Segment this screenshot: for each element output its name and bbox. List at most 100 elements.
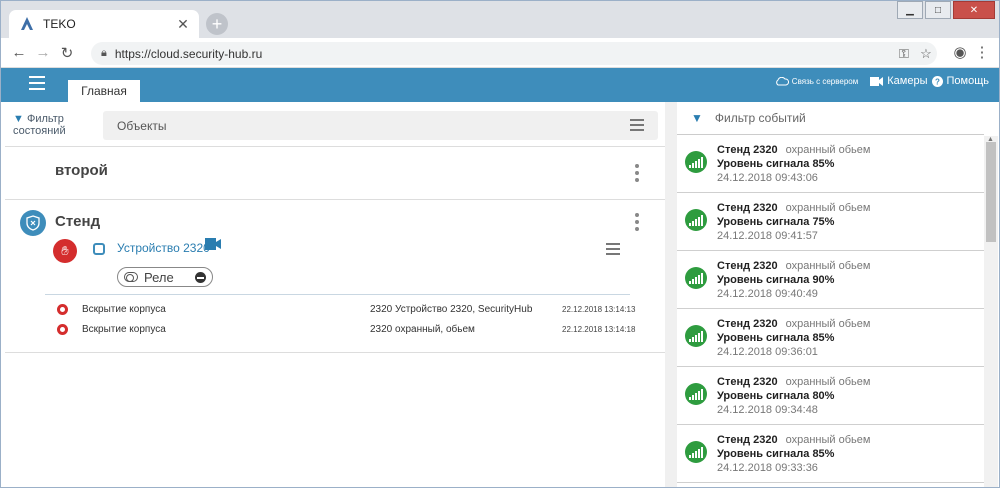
svg-text:?: ? — [935, 77, 940, 86]
forward-icon[interactable]: → — [31, 44, 55, 61]
event-datetime: 24.12.2018 09:34:48 — [717, 404, 818, 416]
address-bar[interactable]: 🔒︎ https://cloud.security-hub.ru ⚿ ☆ — [91, 42, 937, 65]
object-row[interactable]: второй — [5, 148, 665, 200]
event-header: Стенд 2320 охранный обьем — [717, 434, 870, 446]
window-close-button[interactable]: ✕ — [953, 1, 995, 19]
server-connection-status: Связь с сервером — [775, 76, 858, 86]
browser-window: TEKO ✕ + ▁ □ ✕ ← → ↻ 🔒︎ https://cloud.se… — [0, 0, 1000, 488]
event-card[interactable]: Стенд 2320 охранный обьем Уровень сигнала … — [677, 310, 984, 367]
event-device: Стенд 2320 — [717, 434, 778, 446]
close-tab-icon[interactable]: ✕ — [173, 14, 193, 34]
event-zone: охранный обьем — [785, 376, 871, 388]
video-camera-icon[interactable] — [205, 238, 221, 250]
events-scrollbar[interactable]: ▲ — [984, 136, 998, 487]
event-card[interactable]: Стенд 2320 охранный обьем Уровень сигнала … — [677, 136, 984, 193]
objects-panel: ▼ Фильтр состояний Объекты второй Стенд … — [5, 102, 665, 487]
event-zone: охранный обьем — [785, 144, 871, 156]
event-zone: охранный обьем — [785, 434, 871, 446]
funnel-icon: ▼ — [13, 113, 24, 125]
object-name: второй — [55, 162, 108, 179]
url-text: https://cloud.security-hub.ru — [114, 46, 263, 61]
event-message: Уровень сигнала 90% — [717, 274, 835, 286]
window-controls: ▁ □ ✕ — [895, 1, 995, 19]
signal-strength-icon — [685, 267, 707, 289]
minimize-button[interactable]: ▁ — [897, 1, 923, 19]
event-datetime: 24.12.2018 09:36:01 — [717, 346, 818, 358]
alarm-dot-icon — [57, 303, 68, 315]
tab-title: TEKO — [43, 17, 76, 31]
event-device: Стенд 2320 — [717, 318, 778, 330]
lock-icon: 🔒︎ — [101, 47, 107, 59]
event-zone: охранный обьем — [785, 202, 871, 214]
new-tab-button[interactable]: + — [206, 13, 228, 35]
help-circle-icon: ? — [931, 75, 943, 87]
menu-dots-icon[interactable]: ⋮ — [971, 42, 993, 64]
event-message: Уровень сигнала 85% — [717, 448, 835, 460]
event-device: Стенд 2320 — [717, 202, 778, 214]
objects-filter-bar: ▼ Фильтр состояний Объекты — [5, 102, 665, 147]
app-header: Главная Связь с сервером Камеры ? Помощь — [1, 68, 999, 102]
event-zone: охранный обьем — [785, 260, 871, 272]
tab-main[interactable]: Главная — [68, 80, 140, 102]
event-header: Стенд 2320 охранный обьем — [717, 376, 870, 388]
reload-icon[interactable]: ↻ — [55, 44, 79, 62]
state-filter-button[interactable]: ▼ Фильтр состояний — [13, 113, 66, 137]
hamburger-menu-icon[interactable] — [29, 76, 45, 90]
objects-placeholder: Объекты — [117, 118, 167, 133]
cameras-link[interactable]: Камеры — [870, 75, 928, 87]
event-datetime: 24.12.2018 09:40:49 — [717, 288, 818, 300]
event-row: Вскрытие корпуса 2320 Устройство 2320, S… — [57, 300, 647, 318]
panel-divider[interactable] — [665, 102, 677, 487]
event-header: Стенд 2320 охранный обьем — [717, 144, 870, 156]
help-label: Помощь — [946, 75, 990, 87]
device-menu-icon[interactable] — [606, 243, 620, 255]
event-text: Вскрытие корпуса — [82, 303, 166, 315]
star-icon[interactable]: ☆ — [915, 46, 937, 62]
event-header: Стенд 2320 охранный обьем — [717, 318, 870, 330]
event-card[interactable]: Стенд 2320 охранный обьем Уровень сигнала … — [677, 252, 984, 309]
relay-toggle[interactable]: Реле — [117, 267, 213, 287]
help-link[interactable]: ? Помощь — [931, 75, 990, 87]
signal-strength-icon — [685, 151, 707, 173]
event-datetime: 22.12.2018 13:14:18 — [562, 324, 636, 334]
key-icon[interactable]: ⚿ — [893, 46, 915, 62]
signal-strength-icon — [685, 383, 707, 405]
event-card[interactable]: Стенд 2320 охранный обьем Уровень сигнала … — [677, 194, 984, 251]
event-row: Вскрытие корпуса 2320 охранный, обьем 22… — [57, 320, 647, 338]
objects-search-input[interactable]: Объекты — [103, 111, 658, 140]
maximize-button[interactable]: □ — [925, 1, 951, 19]
event-card[interactable]: Стенд 2320 охранный обьем Уровень сигнала … — [677, 368, 984, 425]
event-datetime: 22.12.2018 13:14:13 — [562, 304, 636, 314]
event-header: Стенд 2320 охранный обьем — [717, 260, 870, 272]
events-filter-input[interactable]: ▼ Фильтр событий — [677, 102, 984, 135]
browser-tab[interactable]: TEKO ✕ — [9, 10, 199, 38]
object-menu-icon[interactable] — [635, 164, 639, 182]
object-name: Стенд — [55, 213, 101, 230]
alarm-dot-icon — [57, 323, 68, 335]
cloud-icon — [776, 76, 789, 85]
event-message: Уровень сигнала 75% — [717, 216, 835, 228]
events-filter-placeholder: Фильтр событий — [714, 111, 806, 125]
event-zone: охранный обьем — [785, 318, 871, 330]
device-link[interactable]: Устройство 2320 — [117, 241, 210, 255]
device-icon — [93, 243, 105, 255]
list-view-icon[interactable] — [630, 119, 644, 131]
event-card[interactable]: Стенд 2320 охранный обьем Уровень сигнала … — [677, 426, 984, 483]
object-menu-icon[interactable] — [635, 213, 639, 231]
event-source: 2320 Устройство 2320, SecurityHub — [370, 303, 533, 315]
profile-icon[interactable]: ◉ — [949, 42, 971, 64]
back-icon[interactable]: ← — [7, 44, 31, 61]
scrollbar-thumb[interactable] — [986, 142, 996, 242]
event-device: Стенд 2320 — [717, 260, 778, 272]
signal-strength-icon — [685, 325, 707, 347]
state-filter-label-1: Фильтр — [26, 113, 64, 125]
event-device: Стенд 2320 — [717, 144, 778, 156]
event-message: Уровень сигнала 85% — [717, 158, 835, 170]
event-message: Уровень сигнала 85% — [717, 332, 835, 344]
teko-logo-icon — [21, 17, 33, 30]
event-datetime: 24.12.2018 09:43:06 — [717, 172, 818, 184]
event-source: 2320 охранный, обьем — [370, 323, 475, 335]
object-card: Стенд ✋︎ Устройство 2320 Реле Вскрытие к… — [5, 201, 665, 353]
minus-circle-icon[interactable] — [195, 272, 206, 283]
browser-toolbar: ← → ↻ 🔒︎ https://cloud.security-hub.ru ⚿… — [1, 38, 999, 68]
